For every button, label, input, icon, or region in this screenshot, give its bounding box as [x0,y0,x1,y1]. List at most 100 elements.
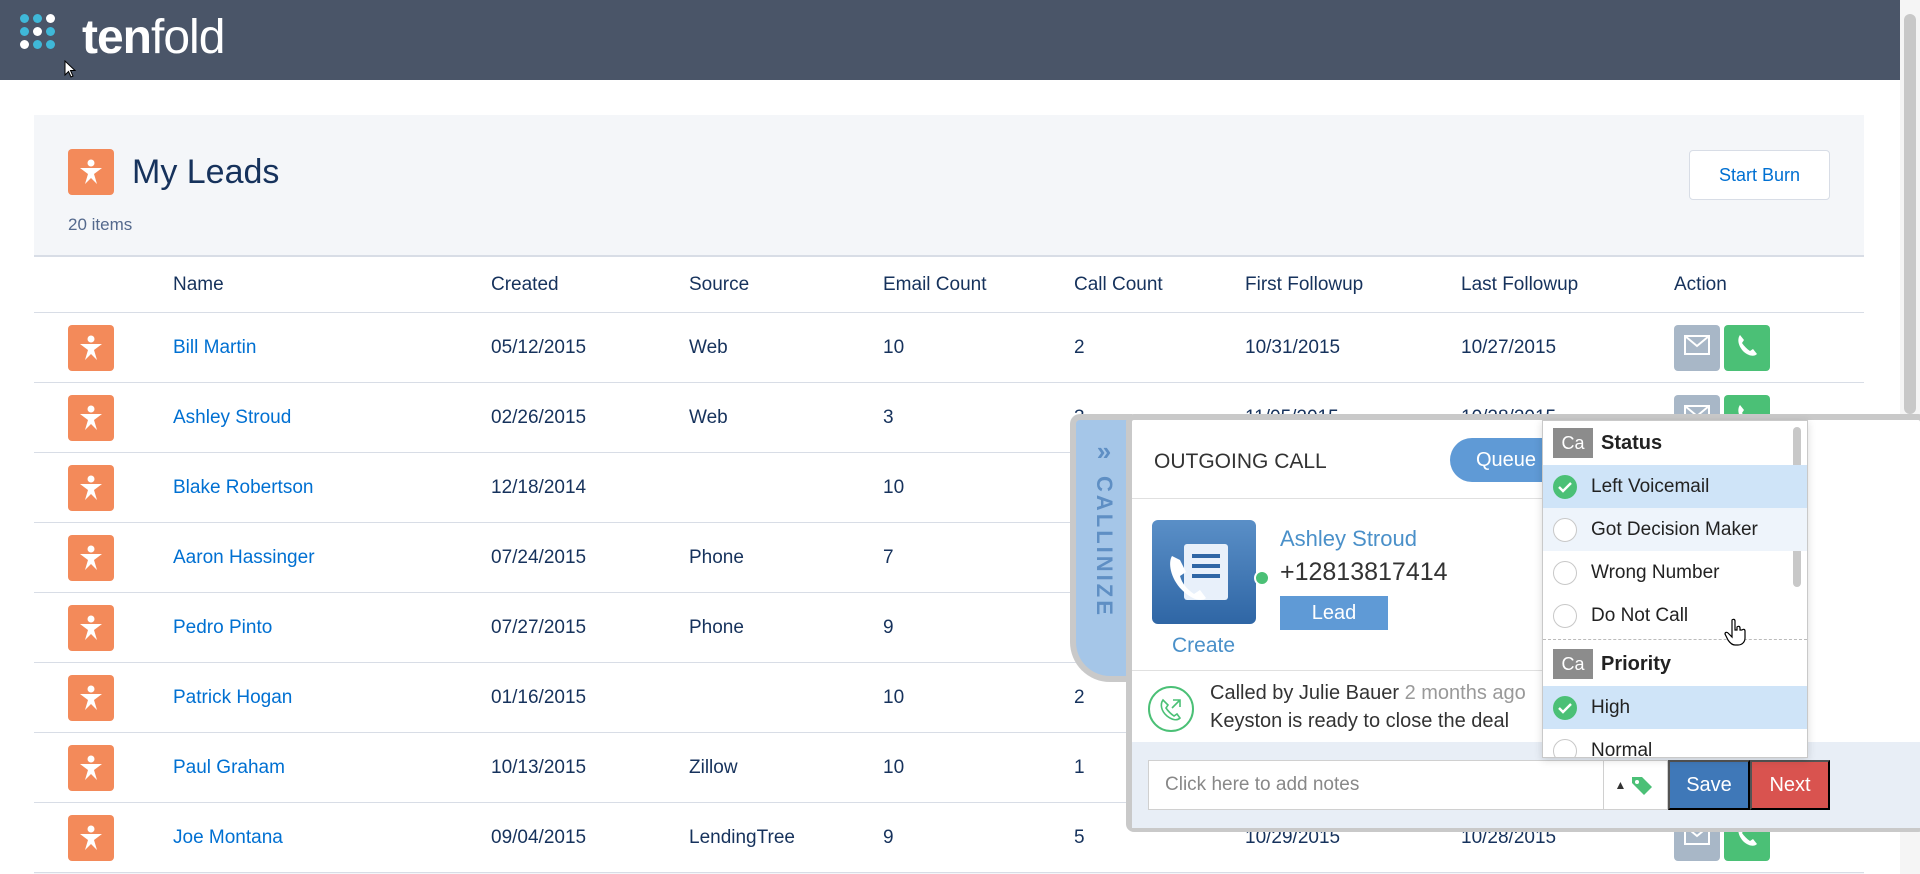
brand-name: tenfold [82,11,225,64]
outgoing-call-icon [1148,686,1194,732]
dropdown-option[interactable]: Wrong Number [1543,551,1807,594]
call-panel-title: OUTGOING CALL [1154,450,1327,473]
email-count: 10 [883,476,905,498]
online-status-icon [1254,570,1270,586]
tag-selector-button[interactable]: ▲ [1604,760,1668,810]
caret-up-icon: ▲ [1614,778,1627,792]
table-header: Name Created Source Email Count Call Cou… [34,257,1864,313]
lead-source: Phone [689,616,744,638]
lead-icon [68,604,114,651]
last-followup: 10/27/2015 [1461,336,1557,358]
lead-icon [68,394,114,441]
first-followup: 10/31/2015 [1245,336,1341,358]
radio-icon[interactable] [1553,560,1577,585]
lead-name-link[interactable]: Joe Montana [173,803,283,872]
email-count: 9 [883,826,894,848]
lead-icon-cell [68,453,114,522]
callinize-tab[interactable]: » CALLINIZE [1070,414,1132,682]
table-row[interactable]: Bill Martin 05/12/2015 Web 10 2 10/31/20… [34,313,1864,383]
lead-icon-cell [68,593,114,662]
row-actions [1674,313,1774,382]
contact-avatar [1152,520,1256,624]
header-call-count[interactable]: Call Count [1074,257,1163,312]
option-label: Got Decision Maker [1591,518,1758,540]
lead-icon-cell [68,803,114,872]
divider [1132,670,1552,671]
notes-input[interactable]: Click here to add notes [1148,760,1604,810]
radio-icon[interactable] [1553,517,1577,542]
dropdown-option[interactable]: Left Voicemail [1543,465,1807,508]
card-header: My Leads 20 items Start Burn [34,115,1864,257]
option-label: High [1591,696,1631,718]
header-last-followup[interactable]: Last Followup [1461,257,1578,312]
header-created[interactable]: Created [491,257,559,312]
status-group-header: Ca Status [1543,421,1807,465]
option-label: Left Voicemail [1591,475,1710,497]
call-count: 2 [1074,336,1085,358]
next-button[interactable]: Next [1750,760,1830,810]
lead-name-link[interactable]: Paul Graham [173,733,285,802]
dropdown-option[interactable]: Do Not Call [1543,594,1807,637]
header-source[interactable]: Source [689,257,749,312]
call-action-button[interactable] [1724,324,1770,371]
lead-icon-cell [68,383,114,452]
radio-icon[interactable] [1553,603,1577,628]
lead-name-link[interactable]: Blake Robertson [173,453,313,522]
email-count: 3 [883,406,894,428]
category-badge: Ca [1553,649,1593,679]
lead-icon-cell [68,523,114,592]
call-history-note: Keyston is ready to close the deal [1210,710,1510,732]
lead-name-link[interactable]: Pedro Pinto [173,593,272,662]
disposition-dropdown: Ca Status Left Voicemail Got Decision Make… [1542,420,1808,758]
option-label: Wrong Number [1591,561,1720,583]
page-scrollbar-thumb[interactable] [1904,14,1916,414]
contact-phone: +12813817414 [1280,558,1448,586]
hand-pointer-cursor-icon [1724,618,1746,646]
collapse-chevron-icon[interactable]: » [1097,438,1111,464]
email-count: 10 [883,686,905,708]
lead-source: LendingTree [689,826,795,848]
top-nav-bar: tenfold [0,0,1920,80]
lead-name-link[interactable]: Bill Martin [173,313,256,382]
page-title: My Leads [132,153,280,191]
checked-radio-icon[interactable] [1553,695,1577,720]
create-link[interactable]: Create [1172,634,1235,658]
call-history-caller: Called by Julie Bauer 2 months ago [1210,682,1526,704]
header-name[interactable]: Name [173,257,224,312]
lead-name-link[interactable]: Ashley Stroud [173,383,291,452]
lead-name-link[interactable]: Patrick Hogan [173,663,292,732]
lead-icon [68,814,114,861]
divider [1543,639,1807,640]
save-button[interactable]: Save [1668,760,1750,810]
created-date: 05/12/2015 [491,336,587,358]
dropdown-option[interactable]: Normal [1543,729,1807,757]
header-email-count[interactable]: Email Count [883,257,987,312]
start-burn-button[interactable]: Start Burn [1689,150,1830,200]
lead-icon [68,744,114,791]
contact-name-link[interactable]: Ashley Stroud [1280,526,1417,552]
tenfold-logo-icon [20,14,68,62]
lead-source: Web [689,336,728,358]
checked-radio-icon[interactable] [1553,474,1577,499]
lead-icon-cell [68,313,114,382]
lead-source: Zillow [689,756,738,778]
header-first-followup[interactable]: First Followup [1245,257,1363,312]
lead-name-link[interactable]: Aaron Hassinger [173,523,315,592]
email-count: 9 [883,616,894,638]
tenfold-logo[interactable]: tenfold [20,11,225,64]
created-date: 10/13/2015 [491,756,587,778]
tags-icon [1632,777,1653,795]
contact-type-badge[interactable]: Lead [1280,596,1388,630]
lead-icon-cell [68,663,114,732]
created-date: 02/26/2015 [491,406,587,428]
email-action-button[interactable] [1674,324,1720,371]
radio-icon[interactable] [1553,738,1577,757]
email-count: 7 [883,546,894,568]
dropdown-option[interactable]: High [1543,686,1807,729]
envelope-icon [1684,334,1710,361]
dropdown-option[interactable]: Got Decision Maker [1543,508,1807,551]
lead-icon-cell [68,733,114,802]
phone-icon [1735,333,1759,363]
status-options: Left Voicemail Got Decision Maker Wrong Nu… [1543,465,1807,637]
priority-group-header: Ca Priority [1543,642,1807,686]
